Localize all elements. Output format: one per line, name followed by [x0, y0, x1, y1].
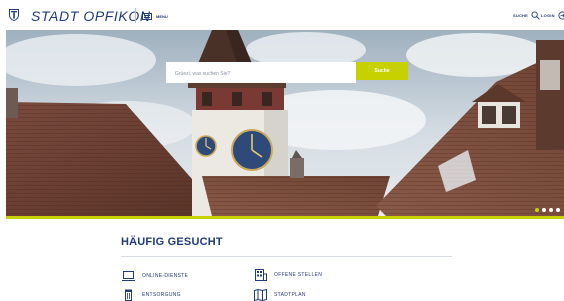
slider-dot-2[interactable] [542, 208, 546, 212]
menu-label: MENU [156, 14, 168, 19]
popular-link-city-map[interactable]: STADTPLAN [254, 289, 306, 301]
slider-dots [535, 208, 560, 212]
popular-link-label: STADTPLAN [274, 292, 306, 298]
header-search-button[interactable]: SUCHE [513, 11, 540, 20]
popular-link-label: OFFENE STELLEN [274, 272, 323, 278]
popular-link-waste-disposal[interactable]: ENTSORGUNG [122, 289, 181, 301]
popular-link-online-services[interactable]: ONLINE-DIENSTE [122, 270, 188, 282]
brand-divider [135, 8, 136, 23]
slider-dot-3[interactable] [549, 208, 553, 212]
slider-dot-4[interactable] [556, 208, 560, 212]
hero-accent-strip [6, 216, 564, 219]
menu-button[interactable]: MENU [142, 12, 168, 21]
header-search-label: SUCHE [513, 13, 529, 18]
trash-icon [125, 289, 132, 301]
slider-dot-1[interactable] [535, 208, 539, 212]
site-brand[interactable]: STADT OPFIKON [31, 8, 151, 24]
site-header: STADT OPFIKON MENU SUCHE LOGIN [0, 0, 564, 30]
hamburger-icon [142, 13, 152, 20]
hero-search-input[interactable] [166, 65, 356, 83]
hero-church-tower-photo [6, 30, 564, 216]
popular-section-title: HÄUFIG GESUCHT [121, 236, 223, 248]
popular-link-label: ENTSORGUNG [142, 292, 181, 298]
search-icon [531, 11, 540, 20]
laptop-icon [122, 271, 135, 281]
login-icon [558, 11, 564, 20]
hero-search-button[interactable]: Suche [356, 62, 408, 80]
popular-link-job-openings[interactable]: OFFENE STELLEN [254, 269, 322, 281]
building-icon [255, 269, 267, 281]
header-login-button[interactable]: LOGIN [541, 11, 564, 20]
hero-search-box [166, 62, 356, 83]
popular-link-label: ONLINE-DIENSTE [142, 273, 189, 279]
coat-of-arms-logo[interactable] [9, 9, 19, 21]
map-icon [254, 289, 267, 301]
popular-section-divider [121, 256, 452, 257]
hero-image [6, 30, 564, 216]
header-login-label: LOGIN [541, 13, 555, 18]
